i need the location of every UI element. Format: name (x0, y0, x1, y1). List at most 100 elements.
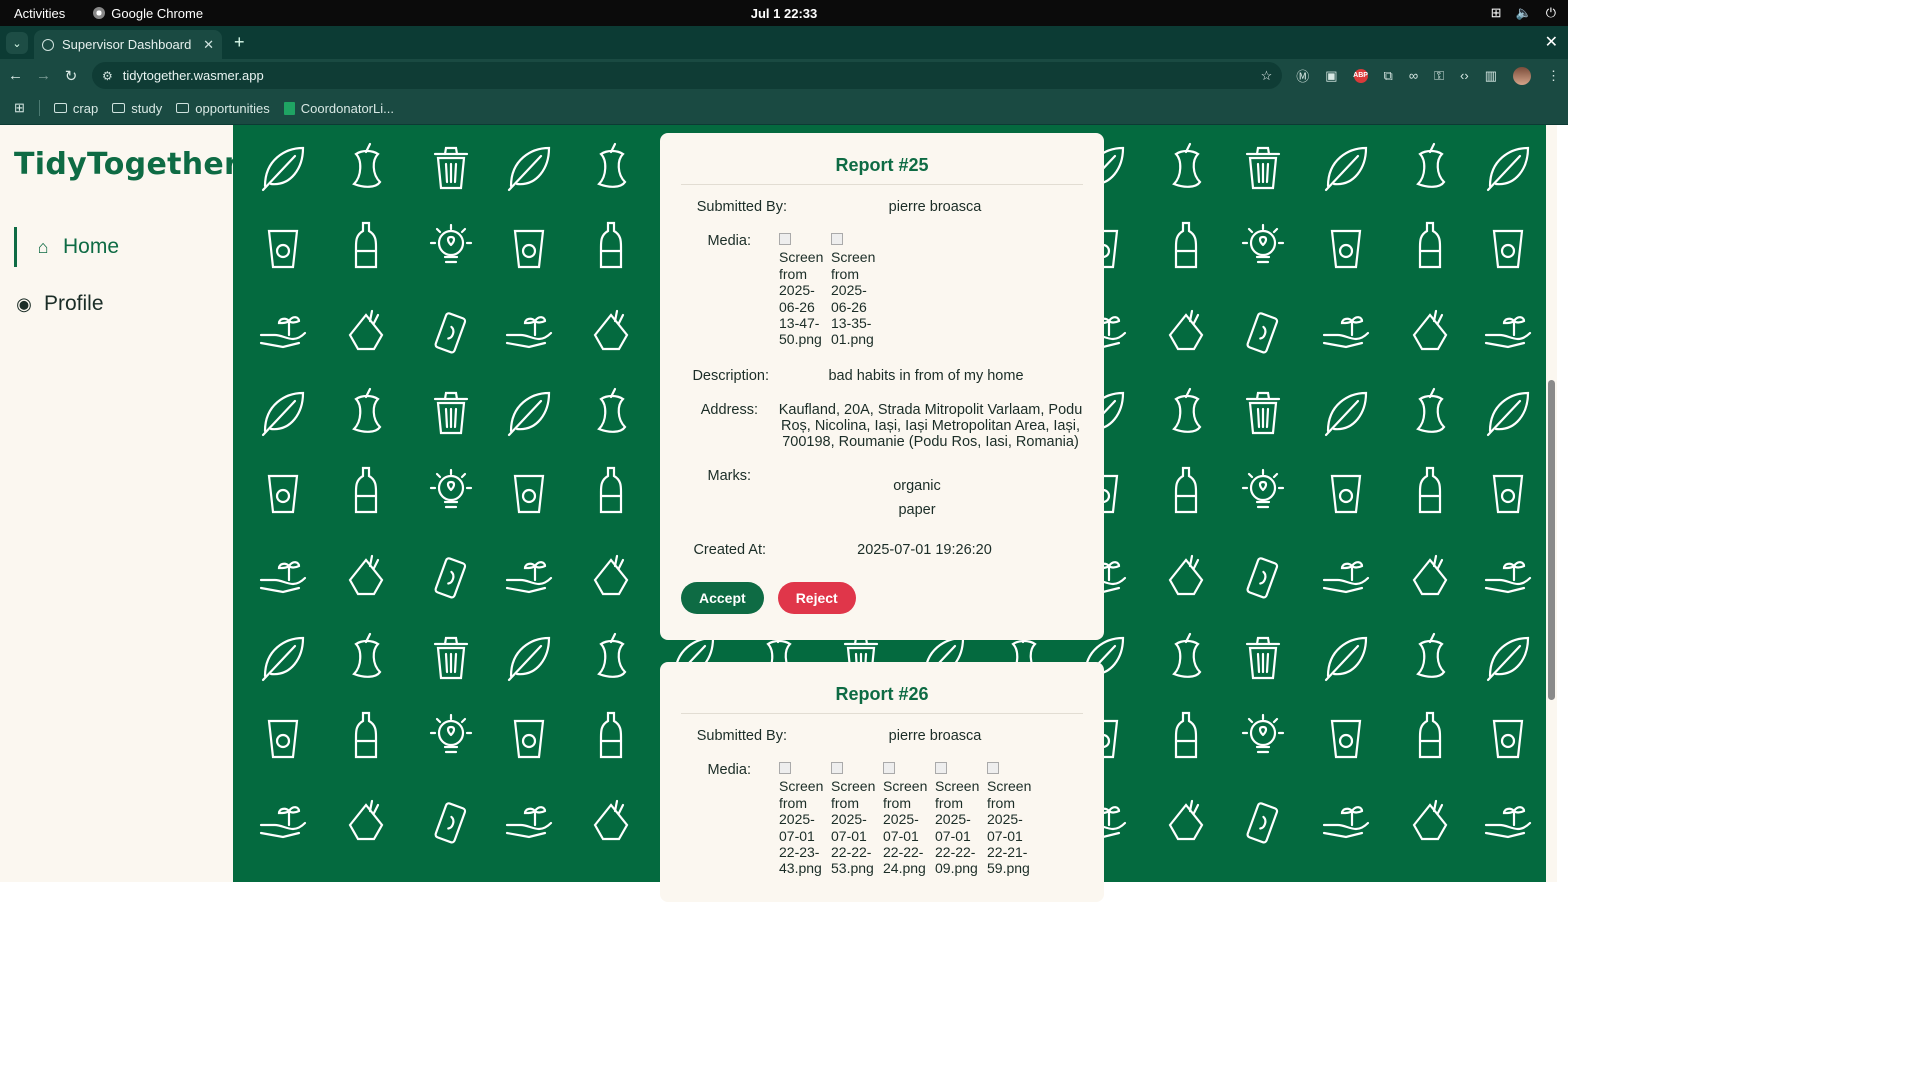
bookmark-folder[interactable]: study (112, 101, 162, 116)
broken-image-icon (831, 762, 843, 774)
back-icon[interactable]: ← (8, 67, 23, 84)
menu-icon[interactable]: ⋮ (1547, 68, 1560, 84)
bag-pattern-icon (348, 309, 384, 351)
page: TidyTogether ⌂ Home ◉ Profile Report #25… (0, 125, 1568, 902)
report-card: Report #26 Submitted By: pierre broasca … (660, 662, 1104, 902)
hand-pattern-icon (1322, 316, 1370, 349)
hand-pattern-icon (505, 561, 553, 594)
bag-pattern-icon (1412, 309, 1448, 351)
cup-pattern-icon (267, 229, 299, 269)
cup-pattern-icon (1492, 474, 1524, 514)
toolbar: ← → ↻ ⚙ tidytogether.wasmer.app ☆ Ⓜ ▣ AB… (0, 59, 1568, 92)
submitted-by-label: Submitted By: (696, 728, 787, 744)
bag-pattern-icon (348, 799, 384, 841)
app-logo[interactable]: TidyTogether (14, 147, 239, 182)
link-icon[interactable]: ∞ (1409, 68, 1418, 83)
battery-pattern-icon (1245, 556, 1279, 600)
extension-face-icon[interactable]: ▣ (1325, 68, 1337, 84)
bulb-pattern-icon (429, 713, 473, 754)
close-tab-icon[interactable]: ✕ (203, 37, 214, 53)
description-row: Description: bad habits in from of my ho… (681, 368, 1083, 384)
tab-active[interactable]: Supervisor Dashboard ✕ (34, 30, 222, 59)
bookmarks-bar: ⊞ crap study opportunities CoordonatorLi… (0, 92, 1568, 125)
reload-icon[interactable]: ↻ (64, 67, 78, 85)
media-image[interactable]: Screen from 2025-07-01 22-22-09.png (935, 762, 979, 877)
created-row: Created At: 2025-07-01 19:26:20 (681, 542, 1083, 558)
media-image[interactable]: Screen from 2025-07-01 22-23-43.png (779, 762, 823, 877)
leaf-pattern-icon (1486, 391, 1530, 437)
system-tray[interactable]: ⊞ 🔈 ⏻ (1491, 5, 1556, 21)
address-bar[interactable]: ⚙ tidytogether.wasmer.app ☆ (92, 62, 1283, 89)
forward-icon[interactable]: → (36, 67, 51, 84)
media-alt-text: Screen from 2025-06-26 13-35-01.png (831, 249, 876, 348)
bookmark-sheet[interactable]: CoordonatorLi... (283, 101, 394, 116)
mark-tag: paper (898, 501, 936, 518)
page-scrollbar[interactable] (1546, 125, 1557, 882)
clock[interactable]: Jul 1 22:33 (751, 6, 818, 21)
cup-pattern-icon (267, 719, 299, 759)
reject-button[interactable]: Reject (777, 581, 856, 614)
new-tab-button[interactable]: + (234, 32, 245, 53)
bin-pattern-icon (1245, 636, 1281, 680)
scrollbar-thumb[interactable] (1548, 380, 1555, 700)
battery-pattern-icon (433, 311, 467, 355)
bulb-pattern-icon (1241, 223, 1285, 264)
tab-search-button[interactable]: ⌄ (6, 32, 28, 54)
media-image[interactable]: Screen from 2025-07-01 22-22-53.png (831, 762, 875, 877)
media-image[interactable]: Screen from 2025-06-26 13-35-01.png (831, 233, 875, 348)
bookmark-folder[interactable]: crap (53, 101, 98, 116)
bulb-pattern-icon (1241, 713, 1285, 754)
hand-pattern-icon (259, 316, 307, 349)
side-panel-icon[interactable]: ▥ (1485, 68, 1497, 84)
apple-pattern-icon (597, 387, 627, 433)
leaf-pattern-icon (1324, 636, 1368, 682)
bookmark-folder[interactable]: opportunities (176, 101, 270, 116)
mark-tag: organic (893, 477, 941, 494)
media-image[interactable]: Screen from 2025-06-26 13-47-50.png (779, 233, 823, 348)
address-label: Address: (700, 401, 758, 418)
description-label: Description: (692, 367, 769, 384)
media-alt-text: Screen from 2025-06-26 13-47-50.png (779, 249, 824, 348)
bottle-pattern-icon (1418, 466, 1442, 514)
bin-pattern-icon (433, 636, 469, 680)
marks-row: Marks: organic paper (681, 468, 1083, 522)
url-text[interactable]: tidytogether.wasmer.app (123, 68, 1251, 83)
report-title: Report #25 (681, 133, 1083, 185)
code-icon[interactable]: ‹› (1460, 68, 1469, 83)
folder-icon (112, 103, 126, 113)
cup-pattern-icon (513, 229, 545, 269)
extensions-puzzle-icon[interactable]: ⧉ (1384, 68, 1393, 84)
profile-avatar[interactable] (1513, 66, 1531, 85)
site-info-icon[interactable]: ⚙ (102, 69, 113, 83)
adblock-icon[interactable]: ABP (1353, 68, 1368, 83)
key-icon[interactable]: ⚿ (1434, 68, 1444, 84)
report-card: Report #25 Submitted By: pierre broasca … (660, 133, 1104, 640)
bookmark-star-icon[interactable]: ☆ (1261, 68, 1273, 84)
bag-pattern-icon (1412, 799, 1448, 841)
media-image[interactable]: Screen from 2025-07-01 22-21-59.png (987, 762, 1031, 877)
nav-profile[interactable]: ◉ Profile (14, 292, 103, 316)
media-label: Media: (707, 233, 751, 249)
media-label: Media: (707, 762, 751, 778)
apple-pattern-icon (1172, 142, 1202, 188)
cup-pattern-icon (1330, 719, 1362, 759)
accept-button[interactable]: Accept (681, 581, 764, 614)
folder-icon (53, 103, 67, 113)
extension-m-icon[interactable]: Ⓜ (1296, 66, 1309, 85)
hand-pattern-icon (259, 561, 307, 594)
nav-home[interactable]: ⌂ Home (14, 227, 119, 267)
bookmark-label: study (131, 100, 163, 116)
bag-pattern-icon (593, 309, 629, 351)
app-menu[interactable]: Google Chrome (93, 6, 203, 21)
network-icon: ⊞ (1490, 5, 1502, 20)
media-image[interactable]: Screen from 2025-07-01 22-22-24.png (883, 762, 927, 877)
window-close-icon[interactable]: ✕ (1545, 32, 1558, 52)
broken-image-icon (779, 233, 791, 245)
volume-icon: 🔈 (1515, 5, 1532, 20)
leaf-pattern-icon (1486, 636, 1530, 682)
battery-pattern-icon (433, 556, 467, 600)
tab-title: Supervisor Dashboard (62, 37, 192, 52)
description-value: bad habits in from of my home (828, 367, 1024, 384)
apps-grid-icon[interactable]: ⊞ (14, 100, 25, 116)
activities-button[interactable]: Activities (14, 6, 65, 21)
